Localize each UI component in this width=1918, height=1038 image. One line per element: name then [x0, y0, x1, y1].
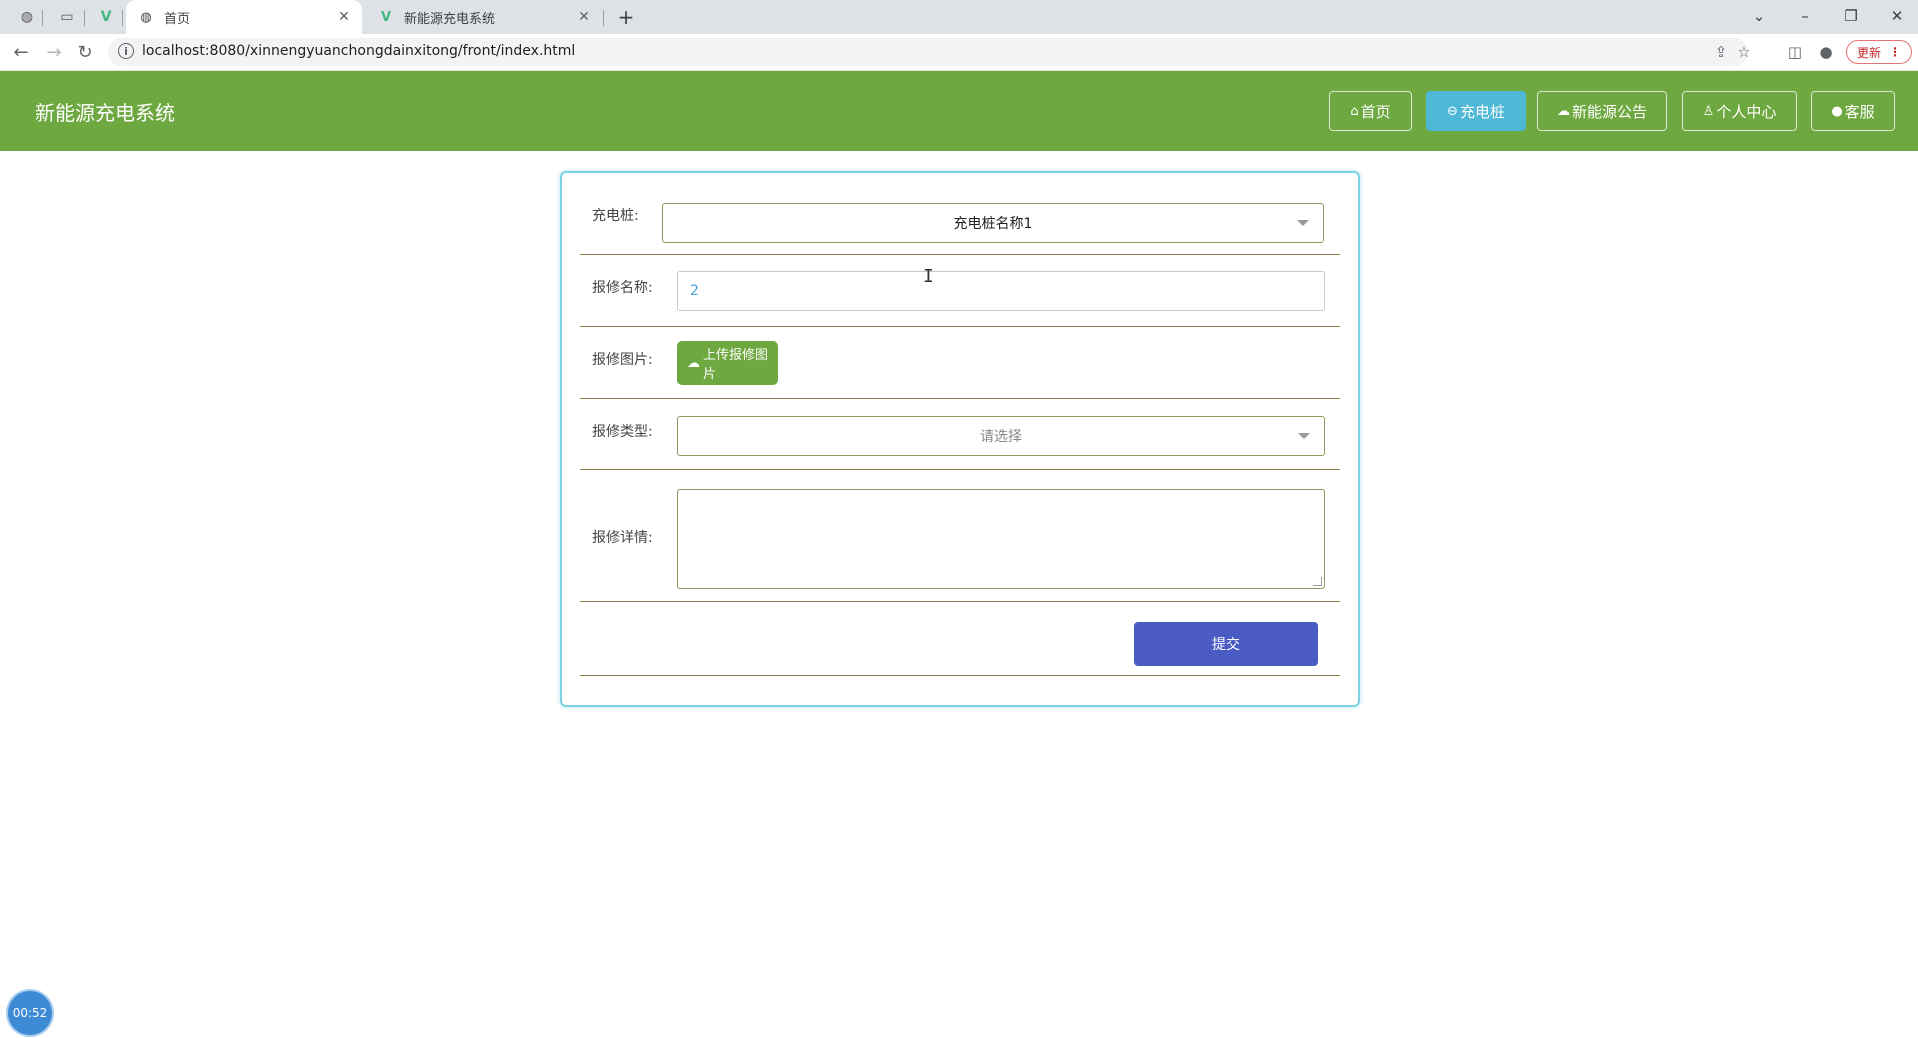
plug-icon: ⊖: [1447, 103, 1458, 119]
tab-title: 新能源充电系统: [404, 11, 496, 27]
tab-title: 首页: [164, 11, 191, 27]
close-icon[interactable]: ✕: [574, 7, 594, 27]
resize-handle-icon[interactable]: [1313, 577, 1322, 586]
url-text[interactable]: localhost:8080/xinnengyuanchongdainxiton…: [142, 43, 575, 59]
vue-logo-icon: V: [380, 9, 392, 25]
pile-label: 充电桩:: [592, 208, 639, 224]
chevron-down-icon: [1297, 220, 1309, 226]
form-row-repair-name: 报修名称: 2: [580, 255, 1340, 327]
nav-charging-pile[interactable]: ⊖ 充电桩: [1426, 91, 1526, 131]
tab-home[interactable]: ◍ 首页 ✕: [126, 0, 362, 34]
pile-select[interactable]: 充电桩名称1: [662, 203, 1324, 243]
chrome-globe-icon[interactable]: ◍: [16, 6, 38, 28]
tab-separator: [42, 10, 43, 26]
form-row-repair-image: 报修图片: ☁ 上传报修图片: [580, 327, 1340, 399]
nav-charging-pile-label: 充电桩: [1459, 102, 1505, 121]
nav-home[interactable]: ⌂ 首页: [1329, 91, 1412, 131]
reload-icon[interactable]: ↻: [74, 41, 96, 63]
globe-icon: ◍: [140, 9, 152, 25]
pile-select-value: 充电桩名称1: [953, 216, 1033, 232]
upload-image-button[interactable]: ☁ 上传报修图片: [677, 341, 778, 385]
share-icon[interactable]: ⇪: [1711, 42, 1731, 62]
profile-icon[interactable]: ●: [1815, 41, 1837, 63]
headset-icon: ●: [1831, 103, 1843, 119]
form-row-repair-detail: 报修详情:: [580, 470, 1340, 602]
tab-separator: [84, 10, 85, 26]
cloud-upload-icon: ☁: [687, 355, 700, 371]
repair-form-card: 充电桩: 充电桩名称1 报修名称: 2 报修图片: ☁ 上传报修图片 报修类型:…: [560, 171, 1360, 707]
tab-system[interactable]: V 新能源充电系统 ✕: [366, 0, 602, 34]
window-close-icon[interactable]: ✕: [1883, 4, 1911, 28]
address-bar: ← → ↻ i localhost:8080/xinnengyuanchongd…: [0, 34, 1918, 71]
menu-dots-icon: ⋮: [1889, 45, 1902, 59]
new-tab-button[interactable]: +: [614, 5, 638, 29]
upload-image-label: 上传报修图片: [703, 348, 769, 382]
repair-image-label: 报修图片:: [592, 352, 653, 368]
submit-label: 提交: [1212, 637, 1240, 653]
chevron-down-icon: [1298, 433, 1310, 439]
nav-profile-label: 个人中心: [1716, 102, 1777, 121]
forward-arrow-icon[interactable]: →: [43, 41, 65, 63]
repair-type-label: 报修类型:: [592, 424, 653, 440]
site-brand: 新能源充电系统: [35, 101, 175, 125]
nav-service[interactable]: ● 客服: [1811, 91, 1895, 131]
back-arrow-icon[interactable]: ←: [10, 41, 32, 63]
nav-service-label: 客服: [1844, 102, 1875, 121]
tab-separator: [122, 10, 123, 26]
tab-search-icon[interactable]: ⌄: [1745, 4, 1773, 28]
form-row-pile: 充电桩: 充电桩名称1: [580, 173, 1340, 255]
repair-type-placeholder: 请选择: [980, 429, 1022, 445]
url-omnibox[interactable]: i localhost:8080/xinnengyuanchongdainxit…: [108, 38, 1751, 66]
blank-tab-icon[interactable]: ▭: [56, 6, 78, 28]
timer-text: 00:52: [12, 1006, 48, 1020]
text-cursor-icon: I: [923, 266, 934, 287]
home-icon: ⌂: [1350, 103, 1359, 119]
nav-profile[interactable]: ♙ 个人中心: [1682, 91, 1797, 131]
nav-home-label: 首页: [1360, 102, 1391, 121]
form-row-submit: 提交: [580, 602, 1340, 676]
vue-logo-icon[interactable]: V: [95, 6, 117, 28]
update-label: 更新: [1857, 45, 1882, 60]
repair-detail-textarea[interactable]: [677, 489, 1325, 589]
nav-news-label: 新能源公告: [1571, 102, 1647, 121]
close-icon[interactable]: ✕: [334, 7, 354, 27]
update-button[interactable]: 更新 ⋮: [1846, 40, 1912, 64]
star-icon[interactable]: ☆: [1734, 42, 1754, 62]
timer-badge: 00:52: [8, 991, 52, 1035]
info-icon[interactable]: i: [118, 43, 134, 59]
cloud-icon: ☁: [1556, 103, 1570, 119]
repair-name-input[interactable]: 2: [677, 271, 1325, 311]
tab-separator: [603, 10, 604, 26]
repair-name-value: 2: [690, 283, 699, 299]
minimize-icon[interactable]: –: [1791, 4, 1819, 28]
browser-tab-bar: ◍ ▭ V ◍ 首页 ✕ V 新能源充电系统 ✕ + ⌄ – ❐ ✕: [0, 0, 1918, 34]
sidebar-icon[interactable]: ◫: [1784, 41, 1806, 63]
app-header: 新能源充电系统 ⌂ 首页 ⊖ 充电桩 ☁ 新能源公告 ♙ 个人中心 ● 客服: [0, 71, 1918, 151]
restore-icon[interactable]: ❐: [1837, 4, 1865, 28]
form-row-repair-type: 报修类型: 请选择: [580, 399, 1340, 470]
nav-news[interactable]: ☁ 新能源公告: [1537, 91, 1667, 131]
repair-detail-label: 报修详情:: [592, 530, 653, 546]
submit-button[interactable]: 提交: [1134, 622, 1318, 666]
repair-type-select[interactable]: 请选择: [677, 416, 1325, 456]
repair-name-label: 报修名称:: [592, 280, 653, 296]
user-icon: ♙: [1702, 103, 1715, 119]
